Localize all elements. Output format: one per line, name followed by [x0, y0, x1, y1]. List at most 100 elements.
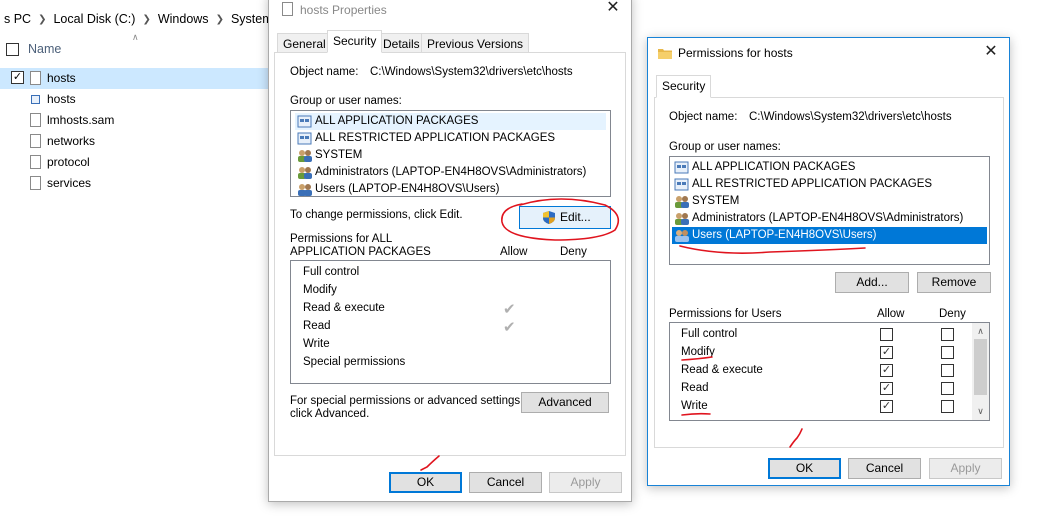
- user-name: SYSTEM: [315, 149, 363, 161]
- file-name: networks: [47, 134, 96, 148]
- file-icon: [30, 134, 41, 148]
- deny-checkbox[interactable]: [941, 382, 954, 395]
- allow-checkbox[interactable]: ✓: [880, 346, 893, 359]
- document-icon: [282, 2, 293, 16]
- package-icon: [674, 161, 689, 174]
- user-row[interactable]: ALL APPLICATION PACKAGES: [295, 113, 606, 130]
- file-row[interactable]: ✓ hosts: [0, 68, 270, 89]
- edit-button[interactable]: Edit...: [519, 206, 611, 229]
- package-icon: [297, 132, 312, 145]
- breadcrumb-item[interactable]: Local Disk (C:): [49, 12, 139, 26]
- chevron-right-icon: ❯: [215, 13, 224, 25]
- user-row[interactable]: Administrators (LAPTOP-EN4H8OVS\Administ…: [672, 210, 987, 227]
- column-header-name[interactable]: Name ∧: [0, 32, 270, 60]
- breadcrumb-item[interactable]: s PC: [0, 12, 35, 26]
- breadcrumb-item[interactable]: Windows: [154, 12, 213, 26]
- allow-checkbox[interactable]: ✓: [880, 400, 893, 413]
- user-row-selected[interactable]: Users (LAPTOP-EN4H8OVS\Users): [672, 227, 987, 244]
- file-icon: [30, 176, 41, 190]
- permission-name: Full control: [303, 266, 360, 278]
- permission-name: Modify: [681, 346, 715, 358]
- deny-checkbox[interactable]: [941, 400, 954, 413]
- permission-name: Special permissions: [303, 356, 406, 368]
- allow-checkbox[interactable]: [880, 328, 893, 341]
- user-group-icon: [297, 183, 312, 196]
- permission-name: Read & execute: [681, 364, 763, 376]
- properties-titlebar[interactable]: hosts Properties ✕: [269, 0, 631, 25]
- file-row[interactable]: protocol: [0, 152, 270, 173]
- ok-button[interactable]: OK: [768, 458, 841, 479]
- scroll-down-icon[interactable]: ∨: [973, 404, 988, 418]
- close-icon[interactable]: ✕: [977, 41, 1005, 65]
- user-name: Users (LAPTOP-EN4H8OVS\Users): [315, 183, 500, 195]
- user-group-icon: [674, 229, 689, 242]
- cancel-button[interactable]: Cancel: [848, 458, 921, 479]
- permission-name: Write: [303, 338, 330, 350]
- file-row[interactable]: services: [0, 173, 270, 194]
- apply-button[interactable]: Apply: [929, 458, 1002, 479]
- object-name-value: C:\Windows\System32\drivers\etc\hosts: [749, 111, 952, 123]
- deny-checkbox[interactable]: [941, 328, 954, 341]
- user-row[interactable]: ALL RESTRICTED APPLICATION PACKAGES: [295, 130, 606, 147]
- user-row[interactable]: ALL APPLICATION PACKAGES: [672, 159, 987, 176]
- permission-name: Modify: [303, 284, 337, 296]
- advanced-button[interactable]: Advanced: [521, 392, 609, 413]
- select-all-checkbox[interactable]: [6, 43, 19, 56]
- user-group-icon: [297, 166, 312, 179]
- object-name-value: C:\Windows\System32\drivers\etc\hosts: [370, 66, 573, 78]
- tab-security[interactable]: Security: [327, 30, 383, 53]
- permissions-titlebar[interactable]: Permissions for hosts ✕: [648, 38, 1009, 68]
- object-name-label: Object name:: [669, 111, 738, 123]
- file-checkbox[interactable]: ✓: [11, 71, 24, 84]
- apply-button[interactable]: Apply: [549, 472, 622, 493]
- folder-icon: [658, 47, 672, 62]
- user-row[interactable]: SYSTEM: [672, 193, 987, 210]
- user-row[interactable]: SYSTEM: [295, 147, 606, 164]
- user-name: ALL APPLICATION PACKAGES: [692, 161, 856, 173]
- file-row[interactable]: lmhosts.sam: [0, 110, 270, 131]
- file-name: hosts: [47, 92, 76, 106]
- tab-details[interactable]: Details: [377, 33, 426, 53]
- allow-checkbox[interactable]: ✓: [880, 364, 893, 377]
- file-row[interactable]: networks: [0, 131, 270, 152]
- scroll-up-icon[interactable]: ∧: [973, 324, 988, 338]
- user-row[interactable]: Administrators (LAPTOP-EN4H8OVS\Administ…: [295, 164, 606, 181]
- allow-column-label: Allow: [877, 308, 905, 320]
- user-name: Administrators (LAPTOP-EN4H8OVS\Administ…: [692, 212, 964, 224]
- sort-up-icon: ∧: [132, 32, 139, 42]
- allow-checkmark-icon: ✔: [503, 319, 516, 336]
- user-name: ALL RESTRICTED APPLICATION PACKAGES: [315, 132, 556, 144]
- user-name: SYSTEM: [692, 195, 740, 207]
- user-listbox[interactable]: ALL APPLICATION PACKAGES ALL RESTRICTED …: [669, 156, 990, 265]
- user-row[interactable]: ALL RESTRICTED APPLICATION PACKAGES: [672, 176, 987, 193]
- add-button[interactable]: Add...: [835, 272, 909, 293]
- permissions-listbox: Full control Modify Read & execute ✔ Rea…: [290, 260, 611, 384]
- chevron-right-icon: ❯: [142, 13, 151, 25]
- file-name: services: [47, 176, 92, 190]
- scroll-thumb[interactable]: [974, 339, 987, 395]
- permissions-listbox: Full control Modify ✓ Read & execute ✓ R…: [669, 322, 990, 421]
- deny-checkbox[interactable]: [941, 364, 954, 377]
- remove-button[interactable]: Remove: [917, 272, 991, 293]
- permissions-for-label: Permissions for Users: [669, 308, 782, 320]
- user-name: ALL APPLICATION PACKAGES: [315, 115, 479, 127]
- permissions-scrollbar[interactable]: ∧ ∨: [972, 323, 989, 420]
- close-icon[interactable]: ✕: [599, 0, 627, 21]
- file-row[interactable]: hosts: [0, 89, 270, 110]
- ok-button[interactable]: OK: [389, 472, 462, 493]
- deny-checkbox[interactable]: [941, 346, 954, 359]
- tab-previous-versions[interactable]: Previous Versions: [421, 33, 530, 53]
- permission-name: Full control: [681, 328, 738, 340]
- deny-column-label: Deny: [939, 308, 966, 320]
- tab-security[interactable]: Security: [656, 75, 712, 98]
- cancel-button[interactable]: Cancel: [469, 472, 542, 493]
- advanced-text-line2: click Advanced.: [290, 408, 370, 420]
- advanced-text-line1: For special permissions or advanced sett…: [290, 395, 524, 407]
- group-names-label: Group or user names:: [290, 95, 402, 107]
- allow-column-label: Allow: [500, 246, 528, 258]
- permission-name: Read & execute: [303, 302, 385, 314]
- tab-general[interactable]: General: [277, 33, 332, 53]
- allow-checkbox[interactable]: ✓: [880, 382, 893, 395]
- user-listbox[interactable]: ALL APPLICATION PACKAGES ALL RESTRICTED …: [290, 110, 611, 197]
- user-row[interactable]: Users (LAPTOP-EN4H8OVS\Users): [295, 181, 606, 198]
